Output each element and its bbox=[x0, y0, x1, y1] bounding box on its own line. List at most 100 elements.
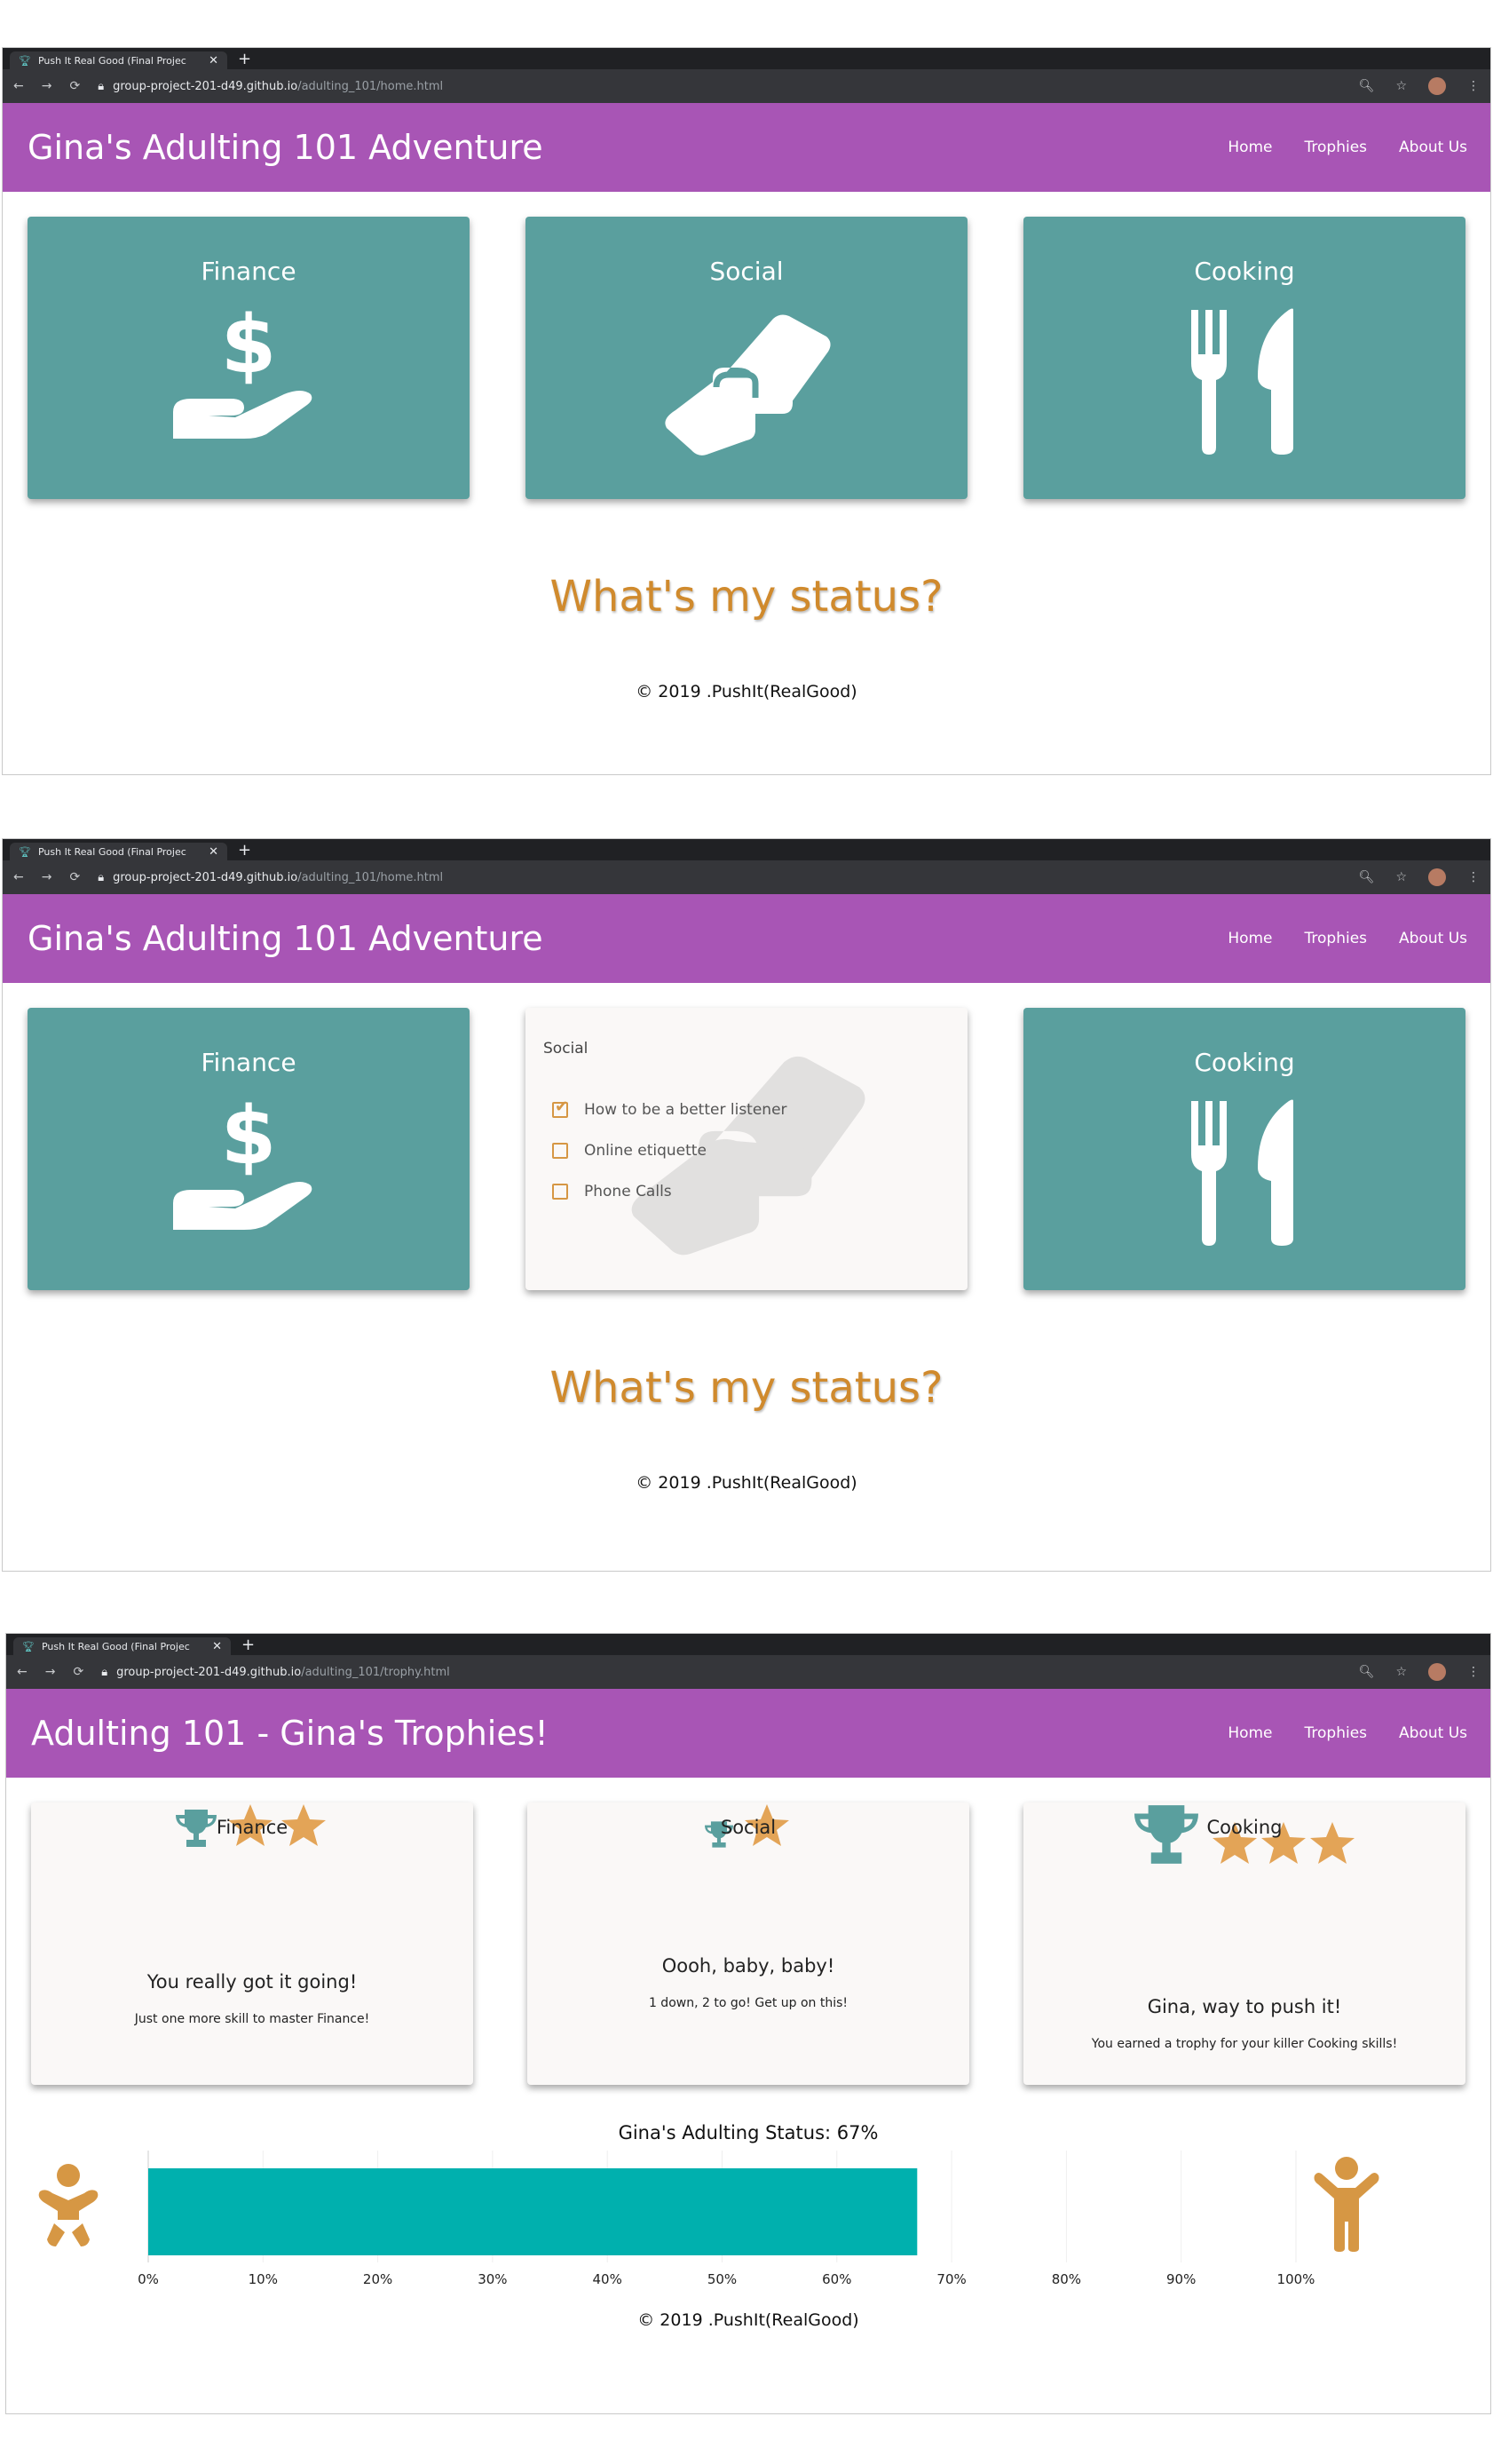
nav-home[interactable]: Home bbox=[1228, 139, 1272, 156]
checklist-item-label: Online etiquette bbox=[584, 1142, 707, 1160]
main-nav: Home Trophies About Us bbox=[1228, 1724, 1467, 1742]
social-card[interactable]: Social bbox=[525, 217, 968, 499]
url-field[interactable]: 🔒︎ group-project-201-d49.github.io/adult… bbox=[101, 1660, 1340, 1684]
trophy-message: Oooh, baby, baby! bbox=[661, 1955, 835, 1977]
trophy-favicon-icon: 🏆︎ bbox=[22, 1640, 35, 1652]
x-tick-label: 20% bbox=[363, 2271, 392, 2287]
nav-about[interactable]: About Us bbox=[1399, 139, 1467, 156]
trophy-cards: Finance You really got it going! Just on… bbox=[6, 1778, 1490, 2085]
url-host: group-project-201-d49.github.io bbox=[113, 870, 298, 884]
trophy-favicon-icon: 🏆︎ bbox=[19, 845, 31, 858]
x-tick-label: 100% bbox=[1277, 2271, 1315, 2287]
trophy-subtext: 1 down, 2 to go! Get up on this! bbox=[648, 1996, 849, 2010]
category-cards: Finance $ Social Cooking bbox=[3, 192, 1490, 499]
browser-tab[interactable]: 🏆︎ Push It Real Good (Final Projec ✕ bbox=[13, 1637, 231, 1655]
page-title: Adulting 101 - Gina's Trophies! bbox=[31, 1714, 549, 1753]
zoom-icon[interactable]: 🔍︎ bbox=[1359, 870, 1375, 884]
lock-icon: 🔒︎ bbox=[101, 1665, 108, 1679]
reload-icon[interactable]: ⟳ bbox=[69, 870, 80, 884]
bookmark-star-icon[interactable]: ☆ bbox=[1395, 1665, 1407, 1679]
forward-icon[interactable]: → bbox=[42, 870, 52, 884]
checkbox-checked[interactable]: ✔ bbox=[552, 1097, 568, 1118]
checklist-item[interactable]: Phone Calls bbox=[552, 1171, 787, 1212]
forward-icon[interactable]: → bbox=[42, 79, 52, 93]
back-icon[interactable]: ← bbox=[17, 1665, 28, 1679]
nav-trophies[interactable]: Trophies bbox=[1305, 139, 1368, 156]
checklist-item-label: How to be a better listener bbox=[584, 1101, 787, 1119]
profile-avatar[interactable] bbox=[1428, 868, 1446, 886]
profile-avatar[interactable] bbox=[1428, 1663, 1446, 1681]
checkmark-icon: ✔ bbox=[555, 1097, 569, 1116]
site-header: Gina's Adulting 101 Adventure Home Troph… bbox=[3, 894, 1490, 983]
checkbox[interactable] bbox=[552, 1184, 568, 1200]
url-host: group-project-201-d49.github.io bbox=[116, 1665, 302, 1679]
checklist-item[interactable]: ✔ How to be a better listener bbox=[552, 1089, 787, 1130]
browser-tab[interactable]: 🏆︎ Push It Real Good (Final Projec ✕ bbox=[10, 843, 227, 860]
page-title: Gina's Adulting 101 Adventure bbox=[28, 919, 543, 958]
url-field[interactable]: 🔒︎ group-project-201-d49.github.io/adult… bbox=[98, 866, 1340, 889]
adult-icon bbox=[1314, 2157, 1379, 2252]
checklist-item-label: Phone Calls bbox=[584, 1183, 672, 1200]
lock-icon: 🔒︎ bbox=[98, 870, 105, 884]
cooking-card-title: Cooking bbox=[1194, 257, 1295, 286]
trophy-card-title: Cooking bbox=[1206, 1817, 1283, 1838]
menu-dots-icon[interactable]: ⋮ bbox=[1467, 79, 1480, 93]
menu-dots-icon[interactable]: ⋮ bbox=[1467, 870, 1480, 884]
status-link[interactable]: What's my status? bbox=[3, 1363, 1490, 1413]
trophy-message: You really got it going! bbox=[146, 1971, 358, 1993]
cooking-card[interactable]: Cooking bbox=[1023, 1008, 1465, 1290]
nav-trophies[interactable]: Trophies bbox=[1305, 1724, 1368, 1742]
handshake-icon bbox=[665, 314, 831, 456]
menu-dots-icon[interactable]: ⋮ bbox=[1467, 1665, 1480, 1679]
zoom-icon[interactable]: 🔍︎ bbox=[1359, 79, 1375, 93]
nav-about[interactable]: About Us bbox=[1399, 930, 1467, 947]
new-tab-icon[interactable]: + bbox=[238, 841, 251, 860]
category-cards: Finance $ Social ✔ How to be a better li… bbox=[3, 983, 1490, 1290]
bookmark-star-icon[interactable]: ☆ bbox=[1395, 79, 1407, 93]
site-header: Gina's Adulting 101 Adventure Home Troph… bbox=[3, 103, 1490, 192]
baby-icon bbox=[38, 2164, 99, 2246]
x-tick-label: 10% bbox=[249, 2271, 278, 2287]
hand-dollar-icon: $ bbox=[173, 305, 312, 439]
nav-trophies[interactable]: Trophies bbox=[1305, 930, 1368, 947]
browser-tab[interactable]: 🏆︎ Push It Real Good (Final Projec ✕ bbox=[10, 51, 227, 69]
url-field[interactable]: 🔒︎ group-project-201-d49.github.io/adult… bbox=[98, 75, 1340, 98]
checklist: ✔ How to be a better listener Online eti… bbox=[552, 1089, 787, 1212]
new-tab-icon[interactable]: + bbox=[238, 50, 251, 68]
checklist-heading: Social bbox=[543, 1040, 589, 1058]
hand-dollar-icon: $ bbox=[173, 1097, 312, 1230]
reload-icon[interactable]: ⟳ bbox=[69, 79, 80, 93]
url-path: /adulting_101/trophy.html bbox=[301, 1665, 450, 1679]
x-tick-label: 60% bbox=[822, 2271, 851, 2287]
nav-home[interactable]: Home bbox=[1228, 1724, 1272, 1742]
close-tab-icon[interactable]: ✕ bbox=[209, 845, 218, 859]
tab-title: Push It Real Good (Final Projec bbox=[37, 845, 186, 858]
checklist-item[interactable]: Online etiquette bbox=[552, 1130, 787, 1171]
trophy-subtext: Just one more skill to master Finance! bbox=[134, 2012, 370, 2026]
back-icon[interactable]: ← bbox=[13, 79, 24, 93]
finance-card[interactable]: Finance $ bbox=[28, 1008, 470, 1290]
svg-text:$: $ bbox=[221, 305, 277, 392]
forward-icon[interactable]: → bbox=[45, 1665, 56, 1679]
nav-about[interactable]: About Us bbox=[1399, 1724, 1467, 1742]
screenshot-trophies: 🏆︎ Push It Real Good (Final Projec ✕ + ←… bbox=[5, 1633, 1491, 2414]
nav-home[interactable]: Home bbox=[1228, 930, 1272, 947]
fork-knife-icon bbox=[1191, 308, 1293, 455]
social-checklist-card[interactable]: Social ✔ How to be a better listener Onl… bbox=[525, 1008, 968, 1290]
bookmark-star-icon[interactable]: ☆ bbox=[1395, 870, 1407, 884]
tab-title: Push It Real Good (Final Projec bbox=[41, 1640, 190, 1652]
checkbox[interactable] bbox=[552, 1143, 568, 1159]
profile-avatar[interactable] bbox=[1428, 77, 1446, 95]
finance-card[interactable]: Finance $ bbox=[28, 217, 470, 499]
social-card-title: Social bbox=[709, 257, 784, 286]
close-tab-icon[interactable]: ✕ bbox=[209, 54, 218, 67]
cooking-card[interactable]: Cooking bbox=[1023, 217, 1465, 499]
zoom-icon[interactable]: 🔍︎ bbox=[1359, 1665, 1375, 1679]
screenshot-social-popup: 🏆︎ Push It Real Good (Final Projec ✕ + ←… bbox=[2, 838, 1491, 1572]
reload-icon[interactable]: ⟳ bbox=[73, 1665, 83, 1679]
back-icon[interactable]: ← bbox=[13, 870, 24, 884]
new-tab-icon[interactable]: + bbox=[241, 1636, 255, 1654]
close-tab-icon[interactable]: ✕ bbox=[212, 1640, 222, 1653]
tab-strip: 🏆︎ Push It Real Good (Final Projec ✕ + bbox=[3, 48, 1490, 69]
status-link[interactable]: What's my status? bbox=[3, 572, 1490, 622]
